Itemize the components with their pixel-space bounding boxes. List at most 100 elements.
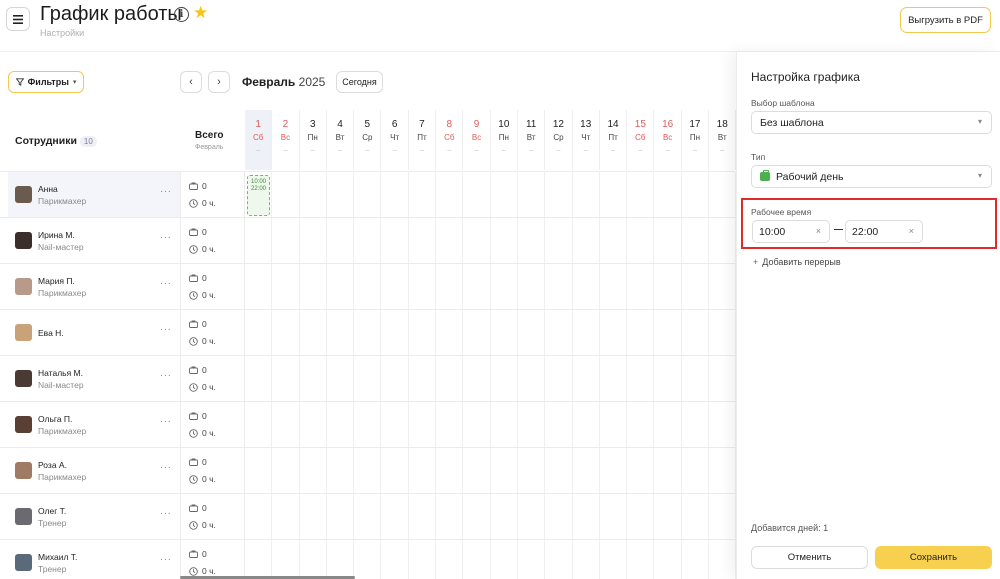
schedule-cell[interactable]	[627, 264, 655, 310]
schedule-cell[interactable]	[545, 356, 573, 402]
more-icon[interactable]: ···	[160, 370, 172, 381]
schedule-cell[interactable]	[709, 494, 737, 540]
schedule-cell[interactable]	[272, 494, 300, 540]
schedule-cell[interactable]	[382, 356, 409, 402]
schedule-cell[interactable]	[354, 218, 382, 264]
employee-cell[interactable]: Мария П. Парикмахер ···	[8, 264, 180, 310]
more-icon[interactable]: ···	[160, 554, 172, 565]
schedule-cell[interactable]	[327, 540, 355, 579]
time-from-input[interactable]: 10:00 ×	[752, 220, 830, 243]
schedule-cell[interactable]	[409, 172, 437, 218]
schedule-cell[interactable]	[573, 540, 600, 579]
schedule-cell[interactable]	[272, 448, 300, 494]
schedule-cell[interactable]	[463, 310, 491, 356]
schedule-cell[interactable]	[409, 402, 437, 448]
schedule-cell[interactable]	[545, 172, 573, 218]
schedule-cell[interactable]	[600, 402, 628, 448]
schedule-cell[interactable]	[354, 402, 382, 448]
schedule-cell[interactable]	[436, 172, 464, 218]
schedule-cell[interactable]	[409, 448, 437, 494]
schedule-cell[interactable]	[573, 356, 600, 402]
schedule-cell[interactable]	[463, 218, 491, 264]
day-column-header[interactable]: 3 Пн –	[300, 110, 327, 170]
schedule-cell[interactable]	[436, 356, 464, 402]
day-column-header[interactable]: 10 Пн –	[491, 110, 518, 170]
schedule-cell[interactable]	[382, 218, 409, 264]
schedule-cell[interactable]	[327, 356, 355, 402]
schedule-cell[interactable]	[491, 310, 518, 356]
schedule-cell[interactable]	[655, 540, 682, 579]
schedule-cell[interactable]	[518, 402, 546, 448]
day-column-header[interactable]: 5 Ср –	[354, 110, 382, 170]
day-column-header[interactable]: 16 Вс –	[655, 110, 682, 170]
day-column-header[interactable]: 18 Вт –	[709, 110, 737, 170]
schedule-cell[interactable]	[627, 402, 655, 448]
schedule-cell[interactable]	[272, 264, 300, 310]
day-column-header[interactable]: 9 Вс –	[463, 110, 491, 170]
schedule-cell[interactable]	[436, 540, 464, 579]
schedule-cell[interactable]	[382, 402, 409, 448]
schedule-cell[interactable]	[518, 310, 546, 356]
shift-block[interactable]: 10:00 22:00	[247, 175, 270, 216]
schedule-cell[interactable]	[354, 540, 382, 579]
schedule-cell[interactable]	[300, 218, 327, 264]
schedule-cell[interactable]	[245, 218, 273, 264]
schedule-cell[interactable]	[272, 356, 300, 402]
schedule-cell[interactable]	[518, 172, 546, 218]
schedule-cell[interactable]	[545, 310, 573, 356]
schedule-cell[interactable]	[600, 494, 628, 540]
day-column-header[interactable]: 2 Вс –	[272, 110, 300, 170]
schedule-cell[interactable]	[573, 172, 600, 218]
schedule-cell[interactable]	[245, 494, 273, 540]
schedule-cell[interactable]	[409, 310, 437, 356]
day-column-header[interactable]: 17 Пн –	[682, 110, 710, 170]
schedule-cell[interactable]	[245, 356, 273, 402]
schedule-cell[interactable]	[300, 402, 327, 448]
employee-cell[interactable]: Михаил Т. Тренер ···	[8, 540, 180, 579]
schedule-cell[interactable]	[491, 264, 518, 310]
employee-cell[interactable]: Наталья М. Nail-мастер ···	[8, 356, 180, 402]
schedule-cell[interactable]	[518, 494, 546, 540]
star-icon[interactable]: ★	[193, 4, 208, 21]
schedule-cell[interactable]	[436, 264, 464, 310]
schedule-cell[interactable]	[272, 310, 300, 356]
schedule-cell[interactable]	[327, 218, 355, 264]
schedule-cell[interactable]	[682, 310, 710, 356]
schedule-cell[interactable]	[518, 448, 546, 494]
schedule-cell[interactable]	[382, 172, 409, 218]
schedule-cell[interactable]	[655, 494, 682, 540]
schedule-cell[interactable]	[300, 310, 327, 356]
schedule-cell[interactable]	[245, 540, 273, 579]
schedule-cell[interactable]	[354, 448, 382, 494]
schedule-cell[interactable]	[600, 356, 628, 402]
schedule-cell[interactable]	[682, 494, 710, 540]
schedule-cell[interactable]	[436, 494, 464, 540]
schedule-cell[interactable]	[573, 494, 600, 540]
schedule-cell[interactable]	[655, 264, 682, 310]
schedule-cell[interactable]	[545, 402, 573, 448]
schedule-cell[interactable]	[709, 356, 737, 402]
schedule-cell[interactable]	[327, 402, 355, 448]
schedule-cell[interactable]	[545, 494, 573, 540]
schedule-cell[interactable]	[245, 402, 273, 448]
add-break-button[interactable]: + Добавить перерыв	[753, 257, 841, 267]
schedule-cell[interactable]	[409, 218, 437, 264]
menu-button[interactable]	[6, 7, 30, 31]
schedule-cell[interactable]	[382, 264, 409, 310]
schedule-cell[interactable]	[627, 310, 655, 356]
schedule-cell[interactable]	[245, 448, 273, 494]
schedule-cell[interactable]	[627, 540, 655, 579]
schedule-cell[interactable]	[272, 540, 300, 579]
schedule-cell[interactable]	[655, 218, 682, 264]
info-icon[interactable]: i	[174, 7, 189, 22]
schedule-cell[interactable]	[709, 448, 737, 494]
more-icon[interactable]: ···	[160, 508, 172, 519]
schedule-cell[interactable]	[545, 540, 573, 579]
schedule-cell[interactable]	[354, 356, 382, 402]
employee-cell[interactable]: Ирина М. Nail-мастер ···	[8, 218, 180, 264]
schedule-cell[interactable]	[436, 310, 464, 356]
schedule-cell[interactable]	[518, 356, 546, 402]
schedule-cell[interactable]	[518, 540, 546, 579]
schedule-cell[interactable]	[600, 540, 628, 579]
schedule-cell[interactable]	[463, 264, 491, 310]
